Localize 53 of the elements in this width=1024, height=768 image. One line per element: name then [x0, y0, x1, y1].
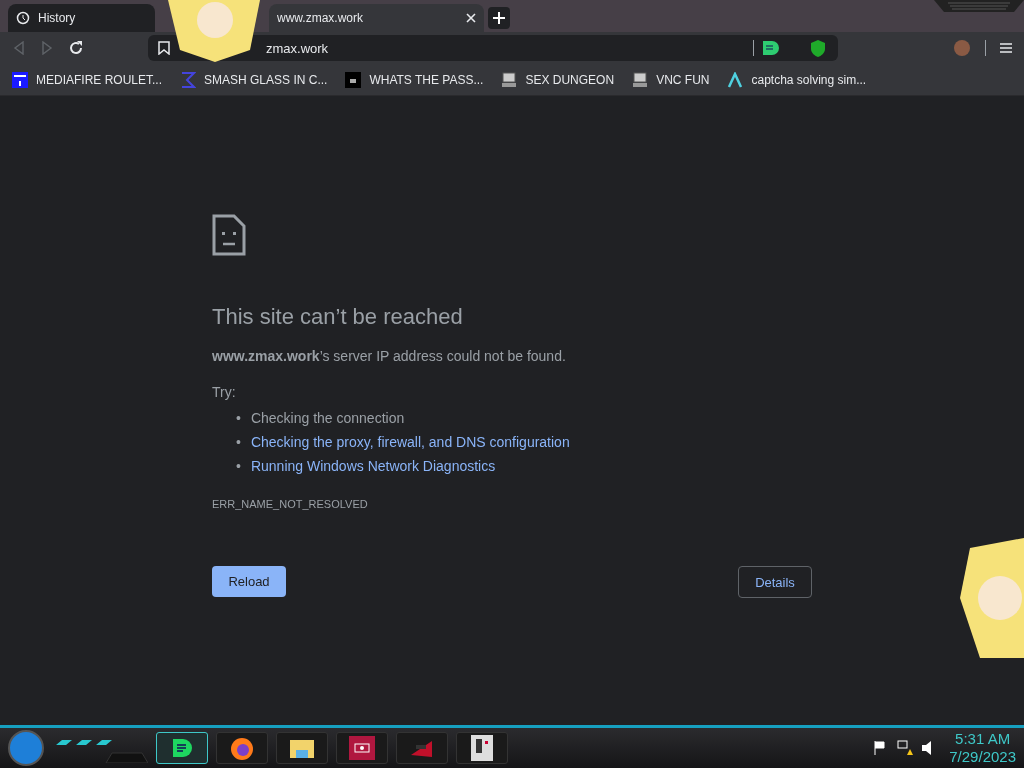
pixel-app-icon: [471, 735, 493, 761]
computer-icon: [632, 71, 649, 88]
taskbar-app-button[interactable]: [456, 732, 508, 764]
firefox-icon: [229, 735, 255, 761]
browser-tab[interactable]: www.zmax.work: [269, 4, 484, 32]
chat-app-icon: [170, 736, 194, 760]
chat-extension-icon[interactable]: [762, 40, 780, 56]
bookmark-icon[interactable]: [158, 41, 170, 55]
bullet: •: [236, 457, 241, 476]
bookmark-icon: [345, 71, 362, 88]
bullet: •: [236, 433, 241, 452]
start-orb-icon[interactable]: [8, 730, 44, 766]
reload-button[interactable]: [68, 40, 84, 56]
suggestion-text: Checking the connection: [250, 409, 405, 428]
browser-tab[interactable]: History: [8, 4, 155, 32]
taskbar-app-button[interactable]: [216, 732, 268, 764]
network-warning-icon[interactable]: [897, 740, 914, 756]
computer-icon: [501, 71, 518, 88]
taskbar-clock[interactable]: 5:31 AM 7/29/2023: [949, 730, 1016, 766]
tab-title: History: [38, 11, 77, 25]
try-label: Try:: [212, 384, 237, 400]
taskbar-app-button[interactable]: [276, 732, 328, 764]
clock-date: 7/29/2023: [949, 748, 1016, 766]
error-code: ERR_NAME_NOT_RESOLVED: [212, 498, 369, 510]
lambda-icon: [727, 71, 744, 88]
bookmark-icon: [12, 71, 28, 88]
bullet: •: [236, 409, 241, 428]
bookmark-link[interactable]: SEX DUNGEON: [501, 71, 615, 88]
menu-icon[interactable]: [1000, 42, 1012, 54]
address-bar[interactable]: zmax.work: [148, 35, 838, 61]
screen-app-icon: [349, 736, 375, 760]
shield-icon[interactable]: [810, 39, 826, 57]
taskbar-app-button[interactable]: [336, 732, 388, 764]
taskbar-app-button[interactable]: [156, 732, 208, 764]
error-title: This site can’t be reached: [212, 304, 464, 330]
error-message: www.zmax.work’s server IP address could not be found.: [212, 348, 567, 364]
bookmark-link[interactable]: WHATS THE PASS...: [345, 71, 484, 88]
bookmark-link[interactable]: MEDIAFIRE ROULET...: [12, 71, 163, 88]
history-icon: [16, 11, 30, 25]
suggestion-link[interactable]: Checking the proxy, firewall, and DNS configuration: [250, 430, 570, 454]
reload-page-button[interactable]: Reload: [212, 566, 286, 597]
clock-time: 5:31 AM: [955, 730, 1011, 748]
bookmark-link[interactable]: captcha solving sim...: [727, 71, 867, 88]
bookmark-link[interactable]: SMASH GLASS IN C...: [180, 71, 328, 88]
url-text: zmax.work: [266, 40, 329, 56]
details-button[interactable]: Details: [738, 566, 812, 598]
bookmark-link[interactable]: VNC FUN: [632, 71, 710, 88]
tab-title: www.zmax.work: [277, 11, 364, 25]
plus-icon: [493, 12, 505, 24]
sigma-icon: [180, 71, 197, 88]
new-tab-button[interactable]: [488, 7, 510, 29]
sad-page-icon: [212, 214, 246, 256]
suggestion-link[interactable]: Running Windows Network Diagnostics: [250, 454, 496, 478]
